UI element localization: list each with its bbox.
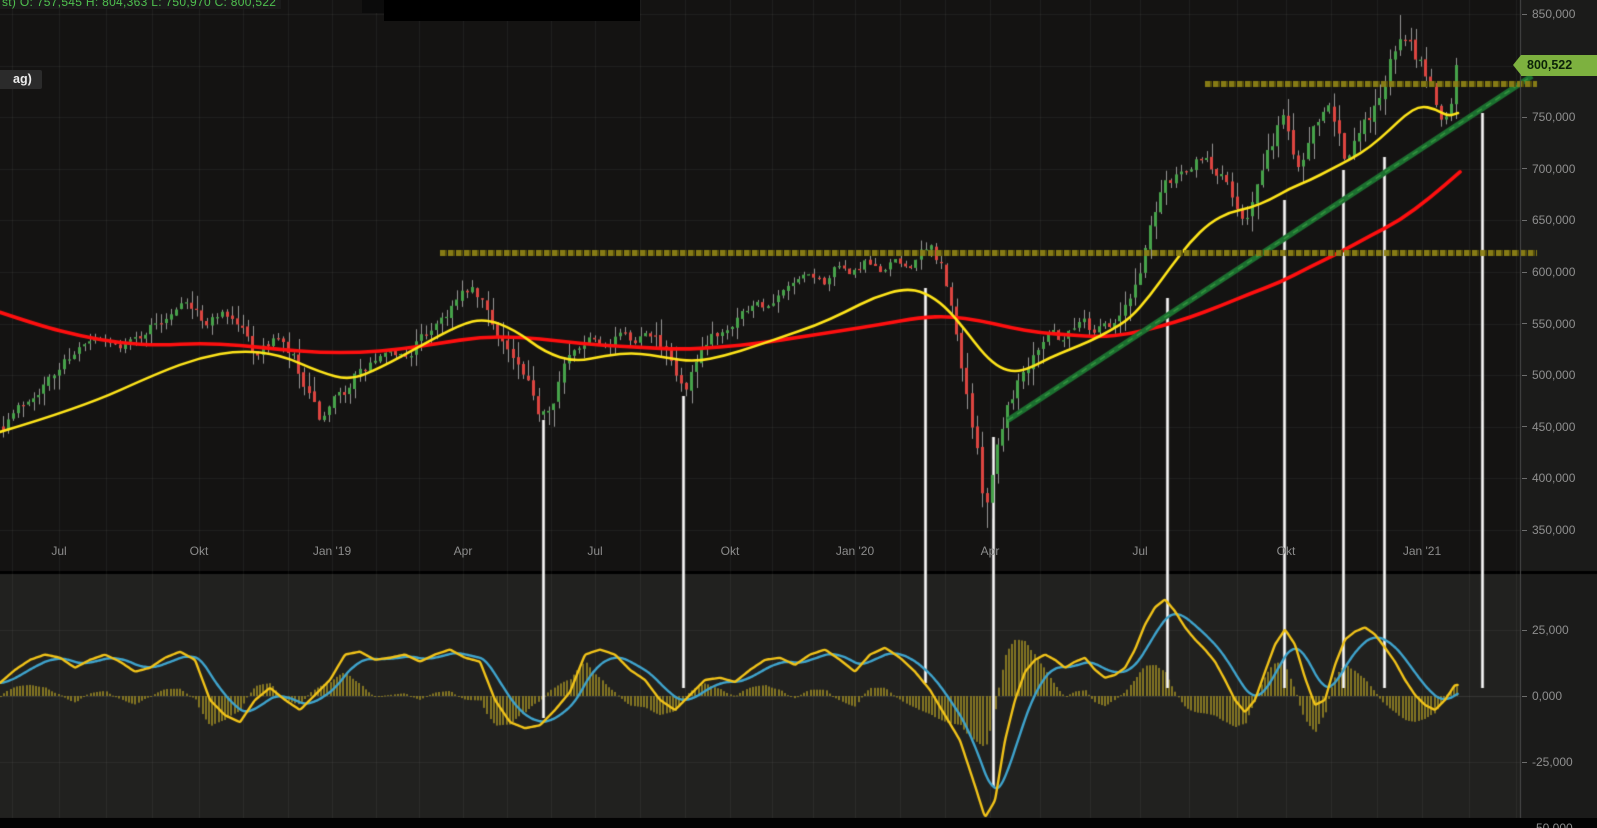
chart-canvas[interactable] xyxy=(0,0,1597,828)
chart-window: st) O: 757,545 H: 804,363 L: 750,970 C: … xyxy=(0,0,1597,828)
